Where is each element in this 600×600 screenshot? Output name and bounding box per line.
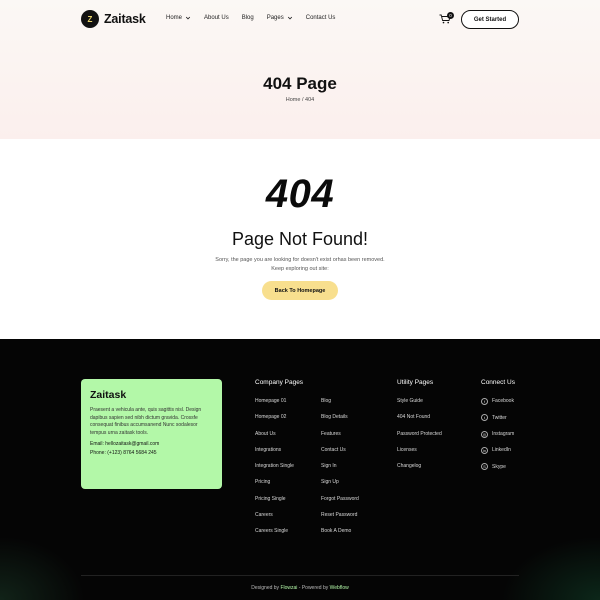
nav-item-label: Pages bbox=[266, 15, 284, 21]
footer-company-title: Company Pages bbox=[255, 379, 304, 386]
footer-company-col-2: Blog Blog Details Features Contact Us Si… bbox=[321, 379, 359, 535]
footer-credits: Designed by Flowzai - Powered by Webflow bbox=[0, 585, 600, 591]
social-link-linkedin[interactable]: in LinkedIn bbox=[481, 446, 515, 454]
social-label: Twitter bbox=[492, 414, 507, 421]
nav-item-contact[interactable]: Contact Us bbox=[306, 15, 336, 21]
footer-col-spacer bbox=[321, 379, 359, 388]
breadcrumb-current: 404 bbox=[305, 97, 315, 103]
instagram-icon: ◎ bbox=[481, 430, 488, 438]
footer-email[interactable]: Email: hellozaitask@gmail.com bbox=[90, 441, 213, 447]
footer-link[interactable]: Homepage 01 bbox=[255, 398, 303, 405]
error-description: Sorry, the page you are looking for does… bbox=[0, 256, 600, 274]
nav-item-home[interactable]: Home bbox=[166, 15, 191, 21]
social-label: LinkedIn bbox=[492, 447, 511, 454]
page-title: 404 Page bbox=[263, 74, 337, 93]
social-link-list: f Facebook t Twitter ◎ Instagram in Link… bbox=[481, 397, 515, 471]
social-link-twitter[interactable]: t Twitter bbox=[481, 414, 515, 422]
twitter-icon: t bbox=[481, 414, 488, 422]
footer-divider bbox=[81, 575, 519, 576]
footer-link[interactable]: Sign Up bbox=[321, 479, 359, 486]
footer-card-title: Zaitask bbox=[90, 389, 127, 401]
footer-link[interactable]: Licenses bbox=[397, 447, 442, 454]
footer-link[interactable]: Blog bbox=[321, 398, 359, 405]
footer-link[interactable]: Features bbox=[321, 431, 359, 438]
footer-link[interactable]: Pricing bbox=[255, 479, 303, 486]
page-root: Z Zaitask Home About Us Blog Pages Conta… bbox=[0, 0, 600, 600]
back-to-homepage-button[interactable]: Back To Homepage bbox=[262, 281, 338, 300]
logo-mark-icon: Z bbox=[81, 10, 99, 28]
credits-designer-link[interactable]: Flowzai bbox=[280, 585, 297, 591]
footer-link[interactable]: Integration Single bbox=[255, 463, 303, 470]
social-link-instagram[interactable]: ◎ Instagram bbox=[481, 430, 515, 438]
get-started-button[interactable]: Get Started bbox=[461, 10, 519, 29]
social-label: Skype bbox=[492, 463, 506, 470]
logo[interactable]: Z Zaitask bbox=[81, 10, 146, 28]
footer-utility-col: Utility Pages Style Guide 404 Not Found … bbox=[397, 379, 442, 470]
footer: Zaitask Praesent a vehicula ante, quis s… bbox=[0, 339, 600, 600]
error-description-line: Sorry, the page you are looking for does… bbox=[215, 257, 385, 263]
footer-link[interactable]: 404 Not Found bbox=[397, 414, 442, 421]
chevron-down-icon bbox=[287, 16, 292, 20]
error-title: Page Not Found! bbox=[231, 229, 369, 249]
chevron-down-icon bbox=[185, 16, 191, 20]
footer-link[interactable]: Careers Single bbox=[255, 528, 303, 535]
credits-prefix: Designed by bbox=[251, 585, 281, 591]
social-label: Instagram bbox=[492, 430, 515, 437]
footer-phone[interactable]: Phone: (+123) 8764 5684 245 bbox=[90, 450, 213, 456]
footer-link[interactable]: Style Guide bbox=[397, 398, 442, 405]
top-nav: Z Zaitask Home About Us Blog Pages Conta… bbox=[81, 10, 519, 30]
footer-link[interactable]: Careers bbox=[255, 512, 303, 519]
footer-link[interactable]: Pricing Single bbox=[255, 496, 303, 503]
nav-item-blog[interactable]: Blog bbox=[242, 15, 254, 21]
cart-count-badge: 0 bbox=[447, 12, 454, 19]
social-label: Facebook bbox=[492, 398, 514, 405]
nav-item-label: About Us bbox=[204, 15, 229, 21]
error-code: 404 bbox=[265, 172, 335, 216]
footer-link[interactable]: Forgot Password bbox=[321, 496, 359, 503]
linkedin-icon: in bbox=[481, 446, 488, 454]
footer-connect-col: Connect Us f Facebook t Twitter ◎ Instag… bbox=[481, 379, 515, 471]
footer-link-list: Blog Blog Details Features Contact Us Si… bbox=[321, 398, 359, 535]
footer-link[interactable]: Reset Password bbox=[321, 512, 359, 519]
error-description-line: Keep exploring out site: bbox=[271, 266, 329, 272]
footer-card-text: Praesent a vehicula ante, quis sagittis … bbox=[90, 407, 202, 436]
footer-utility-title: Utility Pages bbox=[397, 379, 434, 386]
footer-link-list: Homepage 01 Homepage 02 About Us Integra… bbox=[255, 398, 303, 535]
footer-link[interactable]: Blog Details bbox=[321, 414, 359, 421]
footer-link[interactable]: Integrations bbox=[255, 447, 303, 454]
facebook-icon: f bbox=[481, 397, 488, 405]
credits-platform-link[interactable]: Webflow bbox=[330, 585, 349, 591]
main-menu: Home About Us Blog Pages Contact Us bbox=[166, 15, 335, 21]
nav-item-label: Home bbox=[166, 15, 183, 21]
footer-connect-title: Connect Us bbox=[481, 379, 515, 386]
nav-item-label: Blog bbox=[241, 15, 254, 21]
nav-item-label: Contact Us bbox=[305, 15, 336, 21]
footer-link[interactable]: About Us bbox=[255, 431, 303, 438]
footer-link[interactable]: Homepage 02 bbox=[255, 414, 303, 421]
skype-icon: S bbox=[481, 463, 488, 471]
footer-link[interactable]: Changelog bbox=[397, 463, 442, 470]
social-link-skype[interactable]: S Skype bbox=[481, 463, 515, 471]
breadcrumb: Home / 404 bbox=[0, 97, 600, 103]
footer-link[interactable]: Book A Demo bbox=[321, 528, 359, 535]
social-link-facebook[interactable]: f Facebook bbox=[481, 397, 515, 405]
footer-link-list: Style Guide 404 Not Found Password Prote… bbox=[397, 398, 442, 470]
logo-text: Zaitask bbox=[104, 12, 146, 26]
nav-item-about[interactable]: About Us bbox=[204, 15, 229, 21]
footer-link[interactable]: Sign In bbox=[321, 463, 359, 470]
nav-item-pages[interactable]: Pages bbox=[267, 15, 293, 21]
footer-link[interactable]: Password Protected bbox=[397, 431, 442, 438]
footer-company-col-1: Company Pages Homepage 01 Homepage 02 Ab… bbox=[255, 379, 303, 535]
footer-link[interactable]: Contact Us bbox=[321, 447, 359, 454]
hero-section: Z Zaitask Home About Us Blog Pages Conta… bbox=[0, 0, 600, 139]
footer-about-card: Zaitask Praesent a vehicula ante, quis s… bbox=[81, 379, 222, 489]
breadcrumb-home-link[interactable]: Home bbox=[286, 97, 301, 103]
credits-mid: - Powered by bbox=[297, 585, 330, 591]
